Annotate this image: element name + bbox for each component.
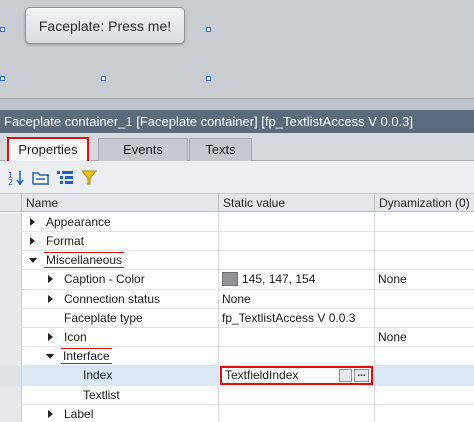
folder-icon[interactable] bbox=[32, 169, 50, 186]
screen-canvas[interactable]: Faceplate: Press me! bbox=[0, 0, 474, 98]
property-row-faceplate-type[interactable]: Faceplate type fp_TextlistAccess V 0.0.3 bbox=[0, 309, 474, 328]
sort-icon[interactable]: 1 2 bbox=[8, 169, 26, 186]
property-row-miscellaneous[interactable]: Miscellaneous bbox=[0, 251, 474, 270]
property-row-index[interactable]: Index TextfieldIndex ... bbox=[0, 366, 474, 386]
color-swatch[interactable] bbox=[222, 272, 238, 286]
svg-text:2: 2 bbox=[8, 178, 13, 186]
faceplate-press-me-button[interactable]: Faceplate: Press me! bbox=[25, 7, 185, 44]
dynamization-value[interactable]: None bbox=[378, 328, 407, 346]
property-name: Icon bbox=[64, 330, 87, 344]
static-value[interactable]: None bbox=[222, 290, 251, 308]
static-value[interactable]: fp_TextlistAccess V 0.0.3 bbox=[222, 309, 355, 327]
selection-handle[interactable] bbox=[0, 76, 5, 81]
property-name: Label bbox=[64, 407, 94, 421]
property-name: Interface bbox=[61, 348, 112, 364]
tab-properties[interactable]: Properties bbox=[7, 137, 89, 163]
expand-arrow-icon[interactable] bbox=[48, 410, 53, 418]
list-icon[interactable] bbox=[56, 169, 74, 186]
expand-arrow-icon[interactable] bbox=[30, 237, 35, 245]
expand-arrow-icon[interactable] bbox=[48, 295, 53, 303]
inspector-title: Faceplate container_1 [Faceplate contain… bbox=[0, 110, 474, 133]
property-row-textlist[interactable]: Textlist bbox=[0, 386, 474, 405]
property-row-icon[interactable]: Icon None bbox=[0, 328, 474, 347]
filter-icon[interactable] bbox=[80, 169, 98, 186]
collapse-arrow-icon[interactable] bbox=[46, 354, 54, 359]
expand-arrow-icon[interactable] bbox=[30, 218, 35, 226]
list-picker-button[interactable] bbox=[339, 369, 352, 382]
column-header-static-value[interactable]: Static value bbox=[219, 194, 375, 212]
property-row-format[interactable]: Format bbox=[0, 232, 474, 251]
tab-strip: Properties Events Texts bbox=[0, 133, 474, 163]
column-header-name[interactable]: Name bbox=[22, 194, 219, 212]
property-row-label[interactable]: Label bbox=[0, 405, 474, 422]
property-row-appearance[interactable]: Appearance bbox=[0, 213, 474, 232]
property-row-interface[interactable]: Interface bbox=[0, 347, 474, 366]
panel-splitter[interactable] bbox=[0, 98, 474, 110]
index-value-input[interactable]: TextfieldIndex ... bbox=[220, 366, 373, 385]
property-row-caption-color[interactable]: Caption - Color 145, 147, 154 None bbox=[0, 270, 474, 290]
input-text: TextfieldIndex bbox=[225, 368, 299, 382]
dynamization-value[interactable]: None bbox=[378, 270, 407, 288]
property-grid: Name Static value Dynamization (0) Appea… bbox=[0, 194, 474, 422]
tab-texts[interactable]: Texts bbox=[189, 138, 252, 161]
property-row-connection-status[interactable]: Connection status None bbox=[0, 290, 474, 309]
property-name: Connection status bbox=[64, 292, 161, 306]
property-name: Textlist bbox=[83, 388, 120, 402]
selection-handle[interactable] bbox=[0, 27, 5, 32]
property-name: Miscellaneous bbox=[44, 252, 125, 268]
selection-handle[interactable] bbox=[206, 76, 211, 81]
selection-handle[interactable] bbox=[206, 27, 211, 32]
toolbar: 1 2 bbox=[0, 161, 474, 194]
property-name: Index bbox=[83, 368, 113, 382]
property-name: Caption - Color bbox=[64, 272, 145, 286]
property-name: Appearance bbox=[46, 215, 111, 229]
selection-handle[interactable] bbox=[101, 76, 106, 81]
collapse-arrow-icon[interactable] bbox=[29, 258, 37, 263]
expand-arrow-icon[interactable] bbox=[48, 333, 53, 341]
property-name: Faceplate type bbox=[64, 311, 143, 325]
column-header-dynamization[interactable]: Dynamization (0) bbox=[375, 194, 474, 212]
tab-events[interactable]: Events bbox=[98, 138, 188, 161]
browse-button[interactable]: ... bbox=[354, 369, 369, 382]
expand-arrow-icon[interactable] bbox=[48, 275, 53, 283]
grid-header-gutter bbox=[0, 194, 22, 212]
static-value[interactable]: 145, 147, 154 bbox=[242, 270, 315, 288]
property-name: Format bbox=[46, 234, 85, 248]
